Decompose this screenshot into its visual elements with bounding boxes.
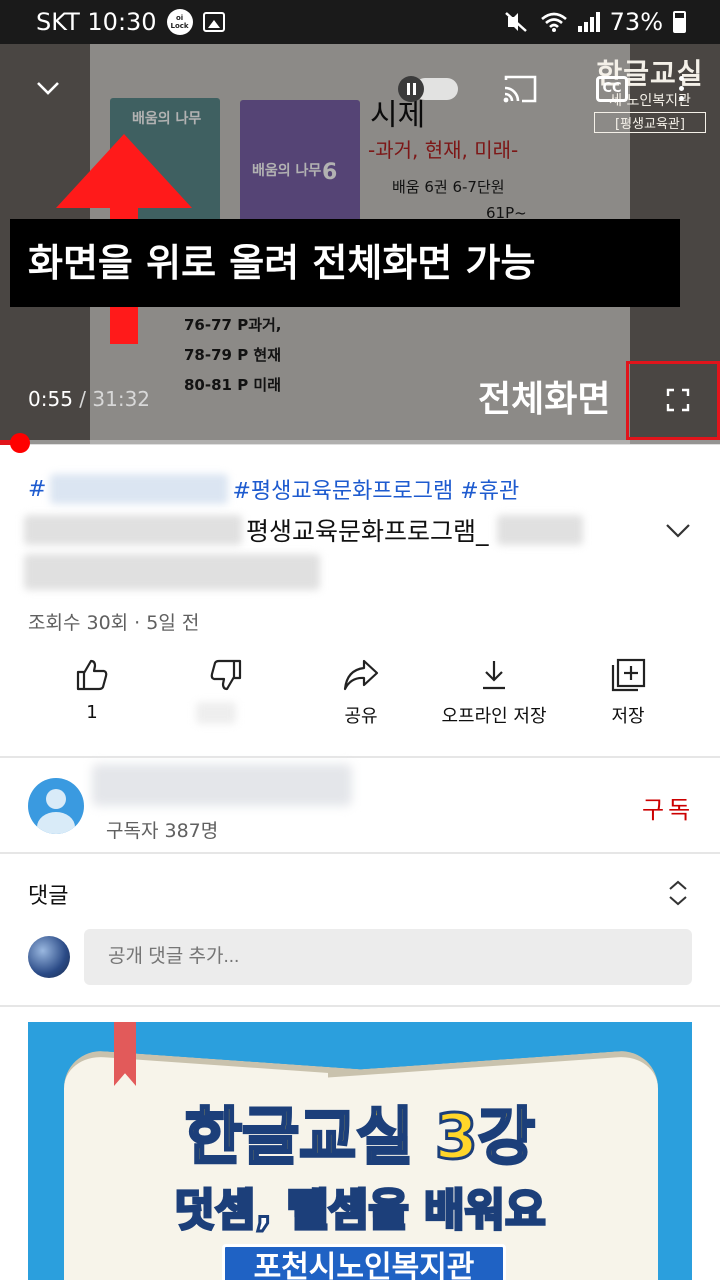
channel-name-blurred[interactable] xyxy=(92,764,352,806)
divider xyxy=(0,1005,720,1007)
view-count-date: 조회수 30회 · 5일 전 xyxy=(28,612,200,634)
dislike-button[interactable] xyxy=(196,650,256,724)
annotation-caption: 화면을 위로 올려 전체화면 가능 xyxy=(10,219,680,307)
video-player[interactable]: 배움의 나무 배움의 나무 6 시제 -과거, 현재, 미래- 배움 6권 6-… xyxy=(0,44,720,444)
more-vert-icon[interactable] xyxy=(676,76,686,106)
like-button[interactable]: 1 xyxy=(62,650,122,723)
blurred-title-end xyxy=(496,515,583,545)
olock-icon: oi Lock xyxy=(166,9,193,35)
comment-input[interactable] xyxy=(84,929,692,985)
status-bar: SKT 10:30 oi Lock 73% xyxy=(0,0,720,44)
mute-icon xyxy=(504,12,527,32)
hashtags-visible[interactable]: #평생교육문화프로그램 #휴관 xyxy=(232,473,519,505)
save-label: 저장 xyxy=(611,706,645,727)
offline-save-button[interactable]: 오프라인 저장 xyxy=(424,650,564,728)
channel-avatar[interactable] xyxy=(28,778,84,834)
divider xyxy=(0,852,720,854)
action-bar: 1 공유 오프라인 저장 저장 xyxy=(0,650,720,750)
time-current: 0:55 xyxy=(28,387,73,411)
video-title[interactable]: 평생교육문화프로그램_ xyxy=(24,512,664,594)
subscribe-button[interactable]: 구독 xyxy=(642,790,694,825)
battery-icon xyxy=(673,11,686,33)
time-duration: 31:32 xyxy=(92,387,151,411)
pause-icon xyxy=(398,76,424,102)
comments-header[interactable]: 댓글 xyxy=(28,878,68,910)
autoplay-toggle[interactable] xyxy=(398,76,458,102)
dislike-label-blurred xyxy=(196,702,236,724)
captions-icon[interactable]: CC xyxy=(596,76,628,102)
save-button[interactable]: 저장 xyxy=(596,650,660,728)
banner-subtitle: 덧셈, 뺄셈을 배워요 xyxy=(173,1184,547,1238)
like-count: 1 xyxy=(86,702,98,723)
playlist-add-icon xyxy=(611,658,646,692)
carrier-time: SKT 10:30 xyxy=(36,8,157,36)
blurred-title-start xyxy=(24,515,242,545)
blurred-title-line2 xyxy=(24,554,320,590)
hashtags[interactable]: # #평생교육문화프로그램 #휴관 xyxy=(28,473,519,505)
divider xyxy=(0,756,720,758)
download-icon xyxy=(483,661,505,690)
hashtag-prefix: # xyxy=(28,476,47,502)
title-visible: 평생교육문화프로그램_ xyxy=(246,517,489,546)
blurred-hashtag xyxy=(50,474,229,504)
share-icon xyxy=(343,659,379,691)
fullscreen-icon[interactable] xyxy=(666,388,690,412)
watermark-line-3: [평생교육관] xyxy=(594,112,706,133)
banner-title: 한글교실 3강 xyxy=(184,1099,537,1175)
promo-banner[interactable]: 한글교실 3강 덧셈, 뺄셈을 배워요 포천시노인복지관 xyxy=(28,1022,692,1280)
chevron-down-icon[interactable] xyxy=(34,74,62,102)
offline-save-label: 오프라인 저장 xyxy=(441,706,547,727)
wifi-icon xyxy=(540,12,567,32)
progress-bar[interactable] xyxy=(0,440,720,445)
subscriber-count: 구독자 387명 xyxy=(106,820,219,842)
scrubber-handle[interactable] xyxy=(10,433,30,453)
battery-percent: 73% xyxy=(609,8,663,36)
time-separator: / xyxy=(72,387,93,411)
expand-collapse-icon[interactable] xyxy=(666,878,690,908)
share-label: 공유 xyxy=(344,706,378,727)
user-avatar xyxy=(28,936,70,978)
thumbs-down-icon xyxy=(210,659,242,691)
cast-icon[interactable] xyxy=(502,74,538,104)
expand-description-icon[interactable] xyxy=(664,516,692,544)
time-display: 0:55 / 31:32 xyxy=(28,387,150,411)
share-button[interactable]: 공유 xyxy=(326,650,396,728)
fullscreen-annotation: 전체화면 xyxy=(478,379,611,420)
gallery-icon xyxy=(202,12,225,32)
banner-organization: 포천시노인복지관 xyxy=(222,1244,506,1280)
thumbs-up-icon xyxy=(76,659,108,691)
signal-icon xyxy=(577,12,600,32)
